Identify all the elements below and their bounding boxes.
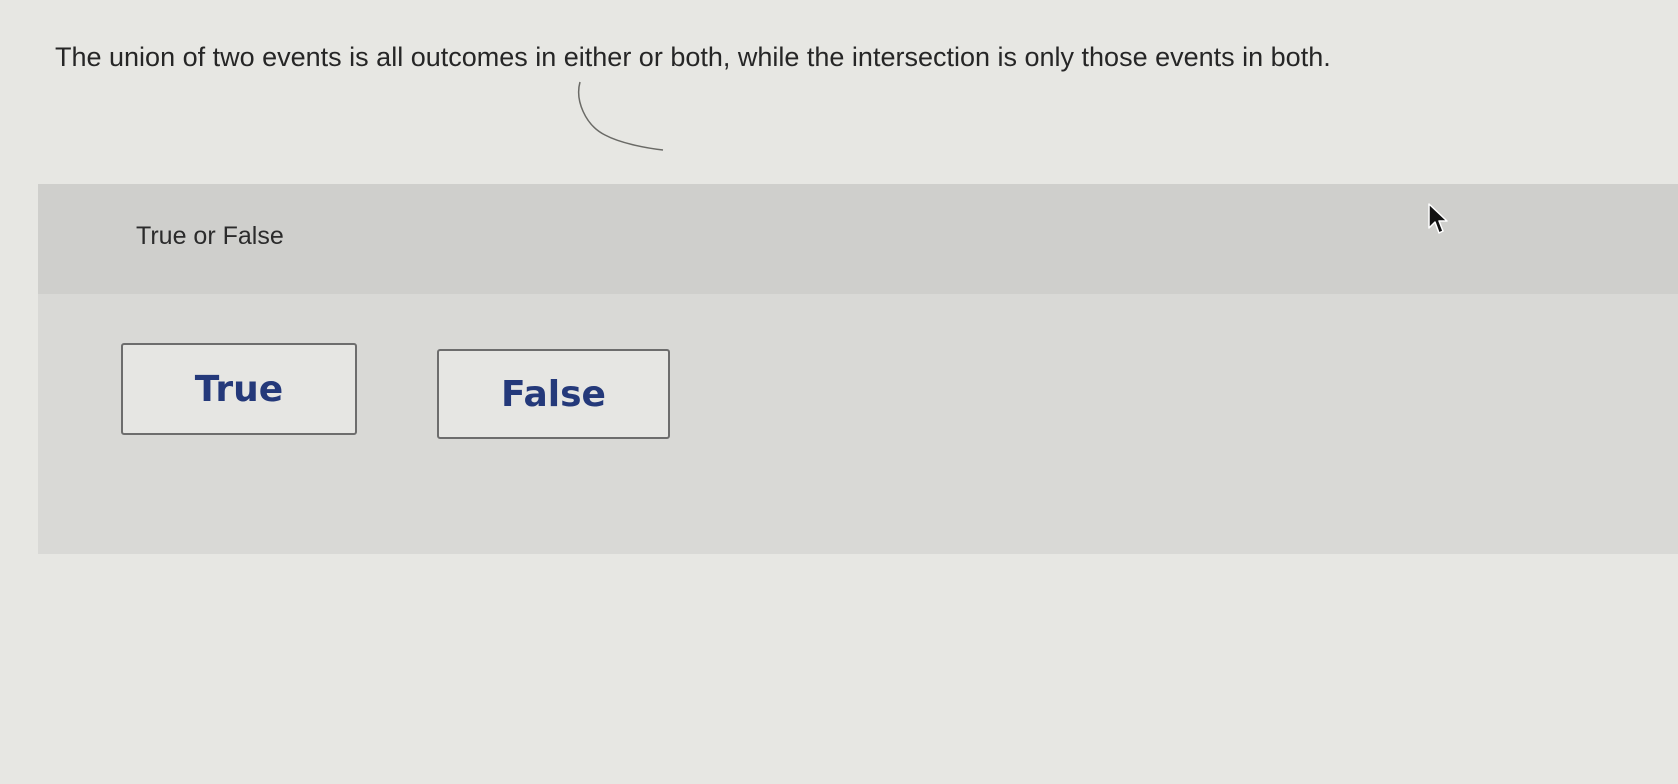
question-text: The union of two events is all outcomes … [55, 42, 1331, 72]
true-button[interactable]: True [121, 343, 357, 435]
mouse-pointer-icon [1428, 203, 1448, 234]
pen-scribble [578, 81, 664, 151]
question-type-label: True or False [136, 222, 284, 250]
false-button[interactable]: False [437, 349, 670, 439]
panel-header: True or False [38, 184, 1678, 294]
answer-panel: True or False True False [38, 184, 1678, 554]
